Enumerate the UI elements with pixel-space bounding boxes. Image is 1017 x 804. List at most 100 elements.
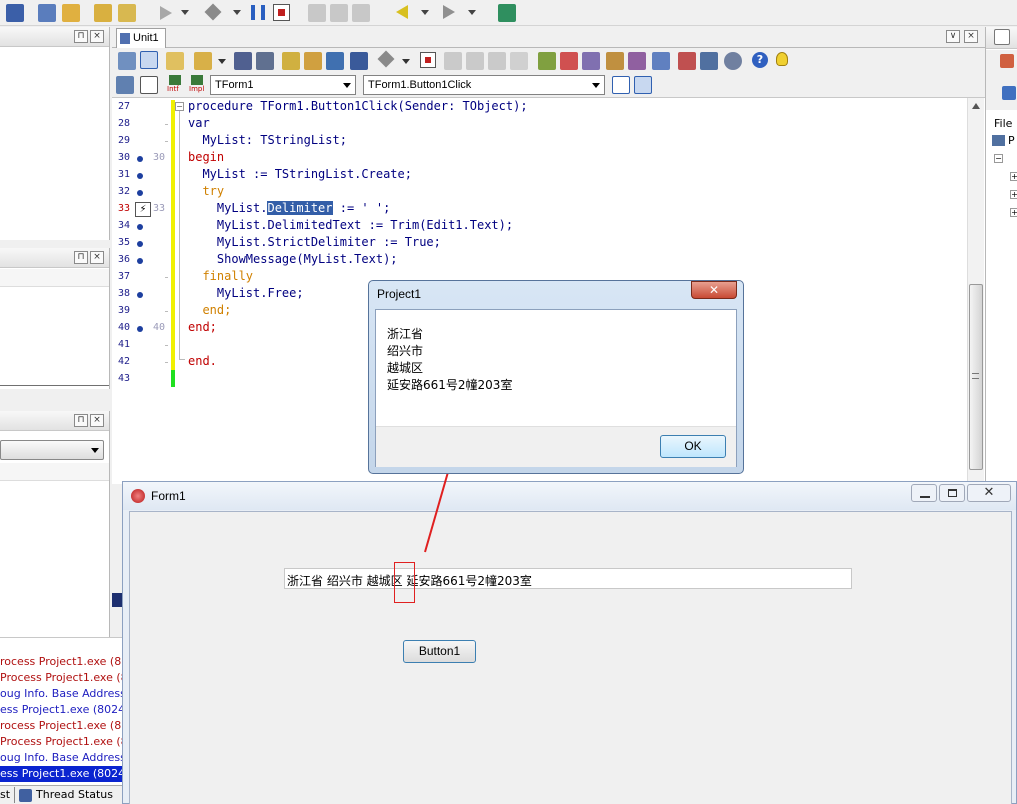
maximize-button[interactable] xyxy=(939,484,965,502)
code-line[interactable]: MyList.DelimitedText := Trim(Edit1.Text)… xyxy=(188,218,513,232)
tab-thread-status[interactable]: Thread Status xyxy=(36,788,113,801)
log-line-7[interactable]: ess Project1.exe (8024) xyxy=(0,766,122,782)
remove-file-icon[interactable] xyxy=(118,4,136,22)
project-manager-icon[interactable] xyxy=(994,29,1010,45)
refactor-icon[interactable] xyxy=(678,52,696,70)
stop-icon[interactable] xyxy=(273,4,290,21)
ok-button[interactable]: OK xyxy=(660,435,726,458)
code-line[interactable]: MyList := TStringList.Create; xyxy=(188,167,412,181)
code-line[interactable]: MyList: TStringList; xyxy=(188,133,347,147)
project-options-icon[interactable] xyxy=(326,52,344,70)
code-line[interactable]: MyList.Free; xyxy=(188,286,304,300)
step-dropdown-icon[interactable] xyxy=(233,10,241,15)
view-unit-icon[interactable] xyxy=(140,51,158,69)
close-button[interactable]: ✕ xyxy=(967,484,1011,502)
code-line[interactable]: MyList.Delimiter := ' '; xyxy=(188,201,390,215)
settings-gear-icon[interactable] xyxy=(724,52,742,70)
component-icon[interactable] xyxy=(560,52,578,70)
open-project-icon[interactable] xyxy=(62,4,80,22)
back-dropdown-icon[interactable] xyxy=(421,10,429,15)
breakpoint-dot-icon[interactable] xyxy=(137,190,143,196)
list-view-icon[interactable] xyxy=(1002,86,1016,100)
breakpoint-dot-icon[interactable] xyxy=(137,224,143,230)
add-to-project-icon[interactable] xyxy=(282,52,300,70)
save-icon[interactable] xyxy=(6,4,24,22)
evaluate-icon[interactable] xyxy=(510,52,528,70)
tip-bulb-icon[interactable] xyxy=(776,52,788,66)
scroll-up-icon[interactable] xyxy=(972,103,980,109)
toggle-form-icon[interactable] xyxy=(118,52,136,70)
impl-icon[interactable]: Impl xyxy=(188,75,206,95)
code-line[interactable]: end. xyxy=(188,354,217,368)
code-line[interactable]: begin xyxy=(188,150,224,164)
palette-dropdown[interactable] xyxy=(0,440,104,460)
minimize-button[interactable] xyxy=(911,484,937,502)
breakpoint-dot-icon[interactable] xyxy=(137,156,143,162)
expand-icon[interactable]: − xyxy=(994,154,1003,163)
code-line[interactable]: end; xyxy=(188,303,231,317)
sync-icon[interactable] xyxy=(140,76,158,94)
forward-arrow-icon[interactable] xyxy=(443,5,455,19)
address-edit[interactable]: 浙江省 绍兴市 越城区 延安路661号2幢203室 xyxy=(284,568,852,589)
remove-from-project-icon[interactable] xyxy=(304,52,322,70)
trace-to-line-icon[interactable] xyxy=(488,52,506,70)
align-left-icon[interactable] xyxy=(612,76,630,94)
align-palette-icon[interactable] xyxy=(538,52,556,70)
project-manager-icon[interactable] xyxy=(350,52,368,70)
align-justify-icon[interactable] xyxy=(634,76,652,94)
editor-vscrollbar[interactable] xyxy=(967,98,984,484)
back-arrow-icon[interactable] xyxy=(396,5,408,19)
help-book-icon[interactable] xyxy=(498,4,516,22)
run-dropdown-icon[interactable] xyxy=(181,10,189,15)
stop-icon[interactable] xyxy=(420,52,436,68)
open-dropdown-icon[interactable] xyxy=(218,59,226,64)
run-dropdown-icon[interactable] xyxy=(402,59,410,64)
run-to-cursor-icon[interactable] xyxy=(352,4,370,22)
tab-unit1[interactable]: Unit1 xyxy=(116,28,166,48)
fold-icon[interactable]: − xyxy=(175,102,184,111)
file-tab[interactable]: File xyxy=(994,117,1012,130)
close-icon[interactable]: × xyxy=(90,414,104,427)
code-line[interactable]: var xyxy=(188,116,210,130)
pause-icon[interactable] xyxy=(251,5,265,20)
pin-icon[interactable]: ⊓ xyxy=(74,30,88,43)
trace-into-icon[interactable] xyxy=(308,4,326,22)
pin-icon[interactable]: ⊓ xyxy=(74,251,88,264)
close-icon[interactable]: × xyxy=(90,251,104,264)
step-over-icon[interactable] xyxy=(330,4,348,22)
dialog-close-button[interactable]: ✕ xyxy=(691,281,737,299)
class-browser-icon[interactable] xyxy=(116,76,134,94)
button1[interactable]: Button1 xyxy=(403,640,476,663)
run-icon[interactable] xyxy=(160,6,172,20)
step-icon[interactable] xyxy=(204,3,222,21)
save-file-icon[interactable] xyxy=(234,52,252,70)
breakpoint-dot-icon[interactable] xyxy=(137,241,143,247)
expand-icon[interactable]: + xyxy=(1010,208,1017,217)
run-icon[interactable] xyxy=(377,50,395,68)
pin-icon[interactable]: ⊓ xyxy=(74,414,88,427)
expand-icon[interactable]: + xyxy=(1010,172,1017,181)
breakpoint-dot-icon[interactable] xyxy=(137,173,143,179)
edit-icon[interactable] xyxy=(582,52,600,70)
expand-icon[interactable]: + xyxy=(1010,190,1017,199)
step-over-icon[interactable] xyxy=(466,52,484,70)
trace-into-icon[interactable] xyxy=(444,52,462,70)
code-line[interactable]: try xyxy=(188,184,224,198)
code-line[interactable]: procedure TForm1.Button1Click(Sender: TO… xyxy=(188,99,528,113)
tab-list-icon[interactable]: ∨ xyxy=(946,30,960,43)
close-icon[interactable]: × xyxy=(90,30,104,43)
code-line[interactable]: ShowMessage(MyList.Text); xyxy=(188,252,398,266)
breakpoint-dot-icon[interactable] xyxy=(137,292,143,298)
intf-icon[interactable]: Intf xyxy=(166,75,184,95)
tools-icon[interactable] xyxy=(652,52,670,70)
add-file-icon[interactable] xyxy=(94,4,112,22)
code-line[interactable]: finally xyxy=(188,269,253,283)
class-combo[interactable]: TForm1 xyxy=(210,75,356,95)
code-line[interactable]: MyList.StrictDelimiter := True; xyxy=(188,235,441,249)
method-combo[interactable]: TForm1.Button1Click xyxy=(363,75,605,95)
forward-dropdown-icon[interactable] xyxy=(468,10,476,15)
breakpoint-dot-icon[interactable] xyxy=(137,326,143,332)
translate-icon[interactable] xyxy=(700,52,718,70)
tab-list[interactable]: st xyxy=(0,788,14,801)
new-item-icon[interactable] xyxy=(1000,54,1014,68)
